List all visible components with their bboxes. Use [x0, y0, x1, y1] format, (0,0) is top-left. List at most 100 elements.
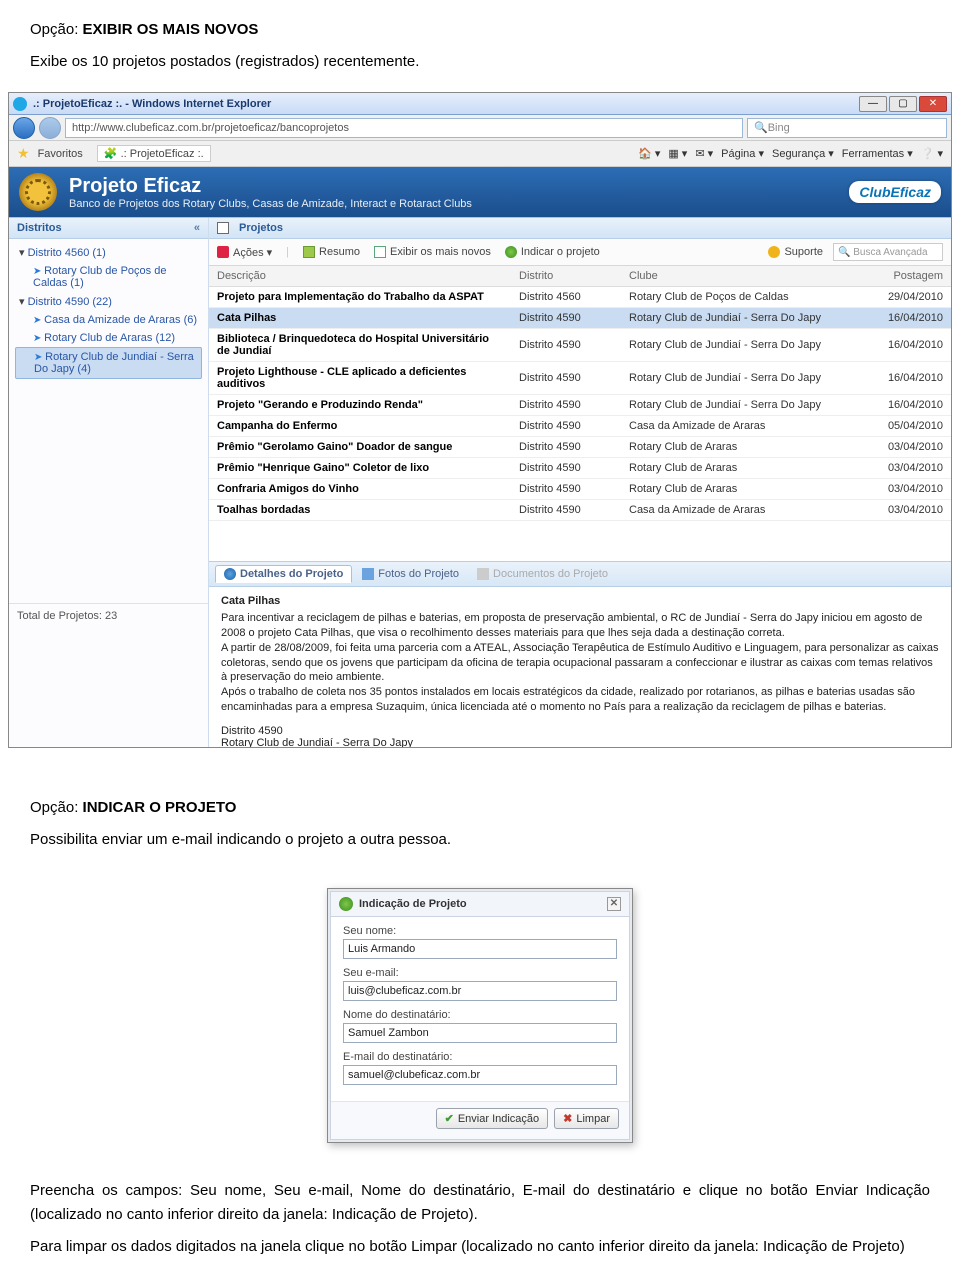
email-input[interactable]: [343, 981, 617, 1001]
tab-detalhes[interactable]: Detalhes do Projeto: [215, 565, 352, 583]
opcao-1-heading: Opção: EXIBIR OS MAIS NOVOS: [30, 18, 930, 42]
tool-help-icon[interactable]: ❔ ▾: [921, 147, 943, 160]
window-title: .: ProjetoEficaz :. - Windows Internet E…: [33, 98, 859, 110]
acoes-menu[interactable]: Ações ▾: [217, 246, 272, 259]
globe-icon: [505, 246, 517, 258]
photo-icon: [362, 568, 374, 580]
table-row[interactable]: Cata PilhasDistrito 4590Rotary Club de J…: [209, 308, 951, 329]
tree-parent[interactable]: Distrito 4560 (1): [15, 243, 202, 262]
table-row[interactable]: Biblioteca / Brinquedoteca do Hospital U…: [209, 329, 951, 362]
dialog-screenshot: Indicação de Projeto ✕ Seu nome: Seu e-m…: [327, 888, 633, 1143]
favorites-label[interactable]: Favoritos: [38, 148, 83, 160]
browser-window: .: ProjetoEficaz :. - Windows Internet E…: [8, 92, 952, 748]
opcao-2-desc: Possibilita enviar um e-mail indicando o…: [30, 828, 930, 852]
tree-child[interactable]: Casa da Amizade de Araras (6): [15, 311, 202, 329]
delete-icon: [217, 246, 229, 258]
forward-button[interactable]: [39, 117, 61, 139]
support-icon: [768, 246, 780, 258]
tab-fotos[interactable]: Fotos do Projeto: [354, 565, 467, 583]
collapse-icon[interactable]: «: [194, 222, 200, 234]
sidebar-heading: Distritos«: [9, 218, 208, 239]
dialog-title: Indicação de Projeto: [359, 898, 467, 910]
table-row[interactable]: Prêmio "Henrique Gaino" Coletor de lixoD…: [209, 458, 951, 479]
table-row[interactable]: Projeto "Gerando e Produzindo Renda"Dist…: [209, 395, 951, 416]
clear-icon: ✖: [563, 1112, 572, 1125]
browser-search[interactable]: 🔍 Bing: [747, 118, 947, 138]
tree-child[interactable]: Rotary Club de Jundiaí - Serra Do Japy (…: [15, 347, 202, 379]
tool-rss-icon[interactable]: ▦ ▾: [668, 147, 687, 160]
summary-icon: [303, 246, 315, 258]
table-row[interactable]: Projeto Lighthouse - CLE aplicado a defi…: [209, 362, 951, 395]
email-label: Seu e-mail:: [343, 967, 617, 979]
dialog-globe-icon: [339, 897, 353, 911]
table-row[interactable]: Campanha do EnfermoDistrito 4590Casa da …: [209, 416, 951, 437]
tree-child[interactable]: Rotary Club de Araras (12): [15, 329, 202, 347]
tree-parent[interactable]: Distrito 4590 (22): [15, 292, 202, 311]
col-desc[interactable]: Descrição: [209, 266, 511, 287]
tool-home-icon[interactable]: 🏠 ▾: [638, 147, 660, 160]
opcao-2-heading: Opção: INDICAR O PROJETO: [30, 796, 930, 820]
dest-nome-label: Nome do destinatário:: [343, 1009, 617, 1021]
instrucao-preencher: Preencha os campos: Seu nome, Seu e-mail…: [30, 1179, 930, 1227]
tab-documentos[interactable]: Documentos do Projeto: [469, 565, 616, 583]
check-icon: [374, 246, 386, 258]
projects-tab-label: Projetos: [233, 222, 289, 234]
table-row[interactable]: Toalhas bordadasDistrito 4590Casa da Ami…: [209, 500, 951, 521]
dest-nome-input[interactable]: [343, 1023, 617, 1043]
titlebar: .: ProjetoEficaz :. - Windows Internet E…: [9, 93, 951, 115]
close-button[interactable]: ✕: [919, 96, 947, 112]
projects-table: Descrição Distrito Clube Postagem Projet…: [209, 266, 951, 521]
address-bar[interactable]: http://www.clubeficaz.com.br/projetoefic…: [65, 118, 743, 138]
nome-label: Seu nome:: [343, 925, 617, 937]
detail-title: Cata Pilhas: [221, 595, 939, 607]
tree-child[interactable]: Rotary Club de Poços de Caldas (1): [15, 262, 202, 292]
tool-ferramentas[interactable]: Ferramentas ▾: [842, 147, 913, 160]
nome-input[interactable]: [343, 939, 617, 959]
tool-pagina[interactable]: Página ▾: [721, 147, 764, 160]
search-icon: [838, 247, 850, 258]
tool-seguranca[interactable]: Segurança ▾: [772, 147, 834, 160]
col-distrito[interactable]: Distrito: [511, 266, 621, 287]
app-title: Projeto Eficaz: [69, 175, 472, 198]
maximize-button[interactable]: ▢: [889, 96, 917, 112]
app-header: Projeto Eficaz Banco de Projetos dos Rot…: [9, 167, 951, 217]
dest-email-input[interactable]: [343, 1065, 617, 1085]
busca-avancada-input[interactable]: Busca Avançada: [833, 243, 943, 261]
minimize-button[interactable]: —: [859, 96, 887, 112]
sidebar-footer: Total de Projetos: 23: [9, 603, 208, 628]
table-row[interactable]: Confraria Amigos do VinhoDistrito 4590Ro…: [209, 479, 951, 500]
tool-mail-icon[interactable]: ✉ ▾: [695, 147, 713, 160]
suporte-button[interactable]: Suporte: [768, 246, 823, 258]
table-row[interactable]: Projeto para Implementação do Trabalho d…: [209, 287, 951, 308]
detail-body: Cata Pilhas Para incentivar a reciclagem…: [209, 587, 951, 747]
indicar-projeto-button[interactable]: Indicar o projeto: [505, 246, 600, 258]
enviar-indicacao-button[interactable]: ✔Enviar Indicação: [436, 1108, 549, 1129]
content-tab: Projetos: [209, 218, 951, 239]
instrucao-limpar: Para limpar os dados digitados na janela…: [30, 1235, 930, 1259]
doc-icon: [477, 568, 489, 580]
sidebar: Distritos« Distrito 4560 (1)Rotary Club …: [9, 218, 209, 747]
col-clube[interactable]: Clube: [621, 266, 871, 287]
limpar-button[interactable]: ✖Limpar: [554, 1108, 619, 1129]
ie-icon: [13, 97, 27, 111]
table-row[interactable]: Prêmio "Gerolamo Gaino" Doador de sangue…: [209, 437, 951, 458]
opcao-1-desc: Exibe os 10 projetos postados (registrad…: [30, 50, 930, 74]
dest-email-label: E-mail do destinatário:: [343, 1051, 617, 1063]
detail-text: Para incentivar a reciclagem de pilhas e…: [221, 611, 939, 715]
projects-tab-icon: [217, 222, 229, 234]
app-subtitle: Banco de Projetos dos Rotary Clubs, Casa…: [69, 198, 472, 210]
tab-item[interactable]: 🧩 .: ProjetoEficaz :.: [97, 145, 211, 162]
resumo-button[interactable]: Resumo: [303, 246, 360, 258]
col-postagem[interactable]: Postagem: [871, 266, 951, 287]
info-icon: [224, 568, 236, 580]
back-button[interactable]: [13, 117, 35, 139]
clubeficaz-logo: ClubEficaz: [849, 181, 941, 203]
exibir-novos-button[interactable]: Exibir os mais novos: [374, 246, 491, 258]
detail-tabs: Detalhes do Projeto Fotos do Projeto Doc…: [209, 561, 951, 587]
favorites-icon[interactable]: ★: [17, 145, 30, 162]
detail-meta: Distrito 4590Rotary Club de Jundiaí - Se…: [221, 725, 939, 747]
check-icon: ✔: [445, 1112, 454, 1125]
dialog-close-button[interactable]: ✕: [607, 897, 621, 911]
rotary-logo-icon: [19, 173, 57, 211]
dialog-header: Indicação de Projeto ✕: [331, 892, 629, 917]
